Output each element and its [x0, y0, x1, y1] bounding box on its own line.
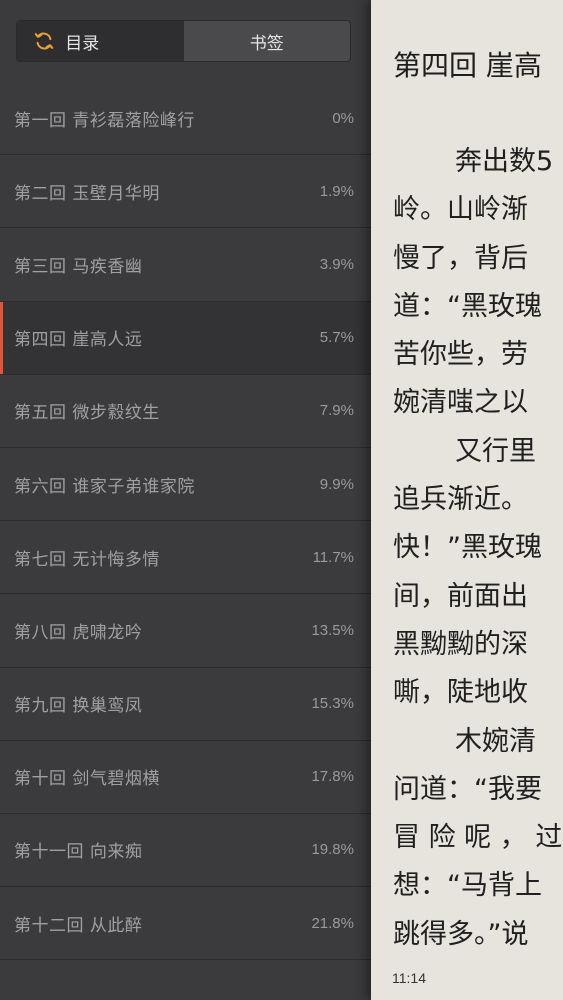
toc-item[interactable]: 第五回 微步縠纹生 7.9% [0, 375, 371, 448]
toc-item-percent: 7.9% [319, 402, 354, 420]
toc-item-current[interactable]: 第四回 崖高人远 5.7% [0, 301, 371, 375]
toc-item[interactable]: 第十一回 向来痴 19.8% [0, 814, 371, 888]
reading-pane[interactable]: 第四回 崖高 奔出数5 岭。山岭渐 慢了，背后 道：“黑玫瑰 苦你些，劳 婉清嗤… [371, 0, 563, 1000]
toc-item-percent: 0% [332, 109, 354, 127]
text-line: 慢了，背后 [393, 242, 528, 274]
toc-item-title: 第七回 无计悔多情 [14, 549, 160, 570]
toc-item-title: 第十二回 从此醉 [14, 915, 143, 936]
text-line: 跳得多。”说 [393, 918, 529, 950]
toc-item-percent: 21.8% [311, 914, 354, 932]
text-line: 冒 险 呢 ， 过 [393, 822, 563, 854]
toc-item-title: 第十一回 向来痴 [14, 842, 143, 863]
toc-item-percent: 11.7% [312, 548, 354, 566]
text-line: 问道：“我要 [393, 773, 542, 805]
toc-item-percent: 5.7% [319, 329, 354, 347]
toc-item-percent: 9.9% [319, 475, 354, 493]
toc-item-title: 第一回 青衫磊落险峰行 [14, 110, 195, 131]
toc-item[interactable]: 第二回 玉壁月华明 1.9% [0, 155, 371, 229]
tab-bookmarks-label: 书签 [249, 33, 284, 54]
refresh-icon[interactable] [33, 30, 55, 52]
chapter-text: 奔出数5 岭。山岭渐 慢了，背后 道：“黑玫瑰 苦你些，劳 婉清嗤之以 又行里 … [393, 138, 563, 959]
toc-item[interactable]: 第八回 虎啸龙吟 13.5% [0, 594, 371, 668]
toc-item-title: 第三回 马疾香幽 [14, 256, 143, 277]
text-line: 嘶，陡地收 [393, 677, 528, 709]
toc-item-percent: 17.8% [311, 768, 354, 786]
text-line: 间，前面出 [393, 580, 528, 612]
toc-item-percent: 15.3% [311, 695, 354, 713]
toc-item-percent: 3.9% [319, 255, 354, 273]
toc-item-title: 第十回 剑气碧烟横 [14, 769, 160, 790]
text-line: 苦你些，劳 [393, 339, 528, 371]
text-line: 快！”黑玫瑰 [393, 532, 542, 564]
text-line: 奔出数5 [455, 146, 554, 177]
toc-list: 第一回 青衫磊落险峰行 0% 第二回 玉壁月华明 1.9% 第三回 马疾香幽 3… [0, 82, 371, 961]
toc-item-title: 第四回 崖高人远 [14, 330, 143, 351]
text-line: 婉清嗤之以 [393, 387, 528, 419]
toc-item-percent: 19.8% [311, 841, 354, 859]
toc-item-title: 第二回 玉壁月华明 [14, 183, 160, 204]
toc-tabbar: 目录 书签 [16, 20, 351, 62]
tab-contents[interactable]: 目录 [17, 21, 184, 61]
toc-item-percent: 13.5% [311, 621, 354, 639]
toc-item[interactable]: 第一回 青衫磊落险峰行 0% [0, 82, 371, 156]
toc-item[interactable]: 第六回 谁家子弟谁家院 9.9% [0, 448, 371, 522]
toc-item-title: 第八回 虎啸龙吟 [14, 622, 143, 643]
chapter-heading: 第四回 崖高 [393, 49, 542, 82]
text-line: 道：“黑玫瑰 [393, 290, 542, 322]
toc-item[interactable]: 第三回 马疾香幽 3.9% [0, 228, 371, 302]
text-line: 木婉清 [455, 725, 536, 757]
toc-item[interactable]: 第十二回 从此醉 21.8% [0, 887, 371, 961]
toc-item[interactable]: 第七回 无计悔多情 11.7% [0, 521, 371, 595]
text-line: 追兵渐近。 [393, 484, 528, 516]
tab-contents-label: 目录 [65, 33, 100, 54]
toc-item[interactable]: 第九回 换巢鸾凤 15.3% [0, 668, 371, 741]
toc-sidebar: 目录 书签 第一回 青衫磊落险峰行 0% 第二回 玉壁月华明 1.9% 第三回 … [0, 0, 371, 1000]
toc-item[interactable]: 第十回 剑气碧烟横 17.8% [0, 741, 371, 814]
clock-time: 11:14 [392, 970, 426, 986]
text-line: 岭。山岭渐 [393, 194, 528, 226]
toc-item-percent: 1.9% [319, 182, 354, 200]
text-line: 想：“马背上 [393, 870, 542, 902]
toc-item-title: 第六回 谁家子弟谁家院 [14, 476, 195, 497]
tab-bookmarks[interactable]: 书签 [184, 21, 351, 61]
toc-item-title: 第五回 微步縠纹生 [14, 403, 160, 424]
text-line: 黑黝黝的深 [393, 628, 528, 660]
text-line: 又行里 [455, 435, 536, 467]
toc-item-title: 第九回 换巢鸾凤 [14, 696, 143, 717]
